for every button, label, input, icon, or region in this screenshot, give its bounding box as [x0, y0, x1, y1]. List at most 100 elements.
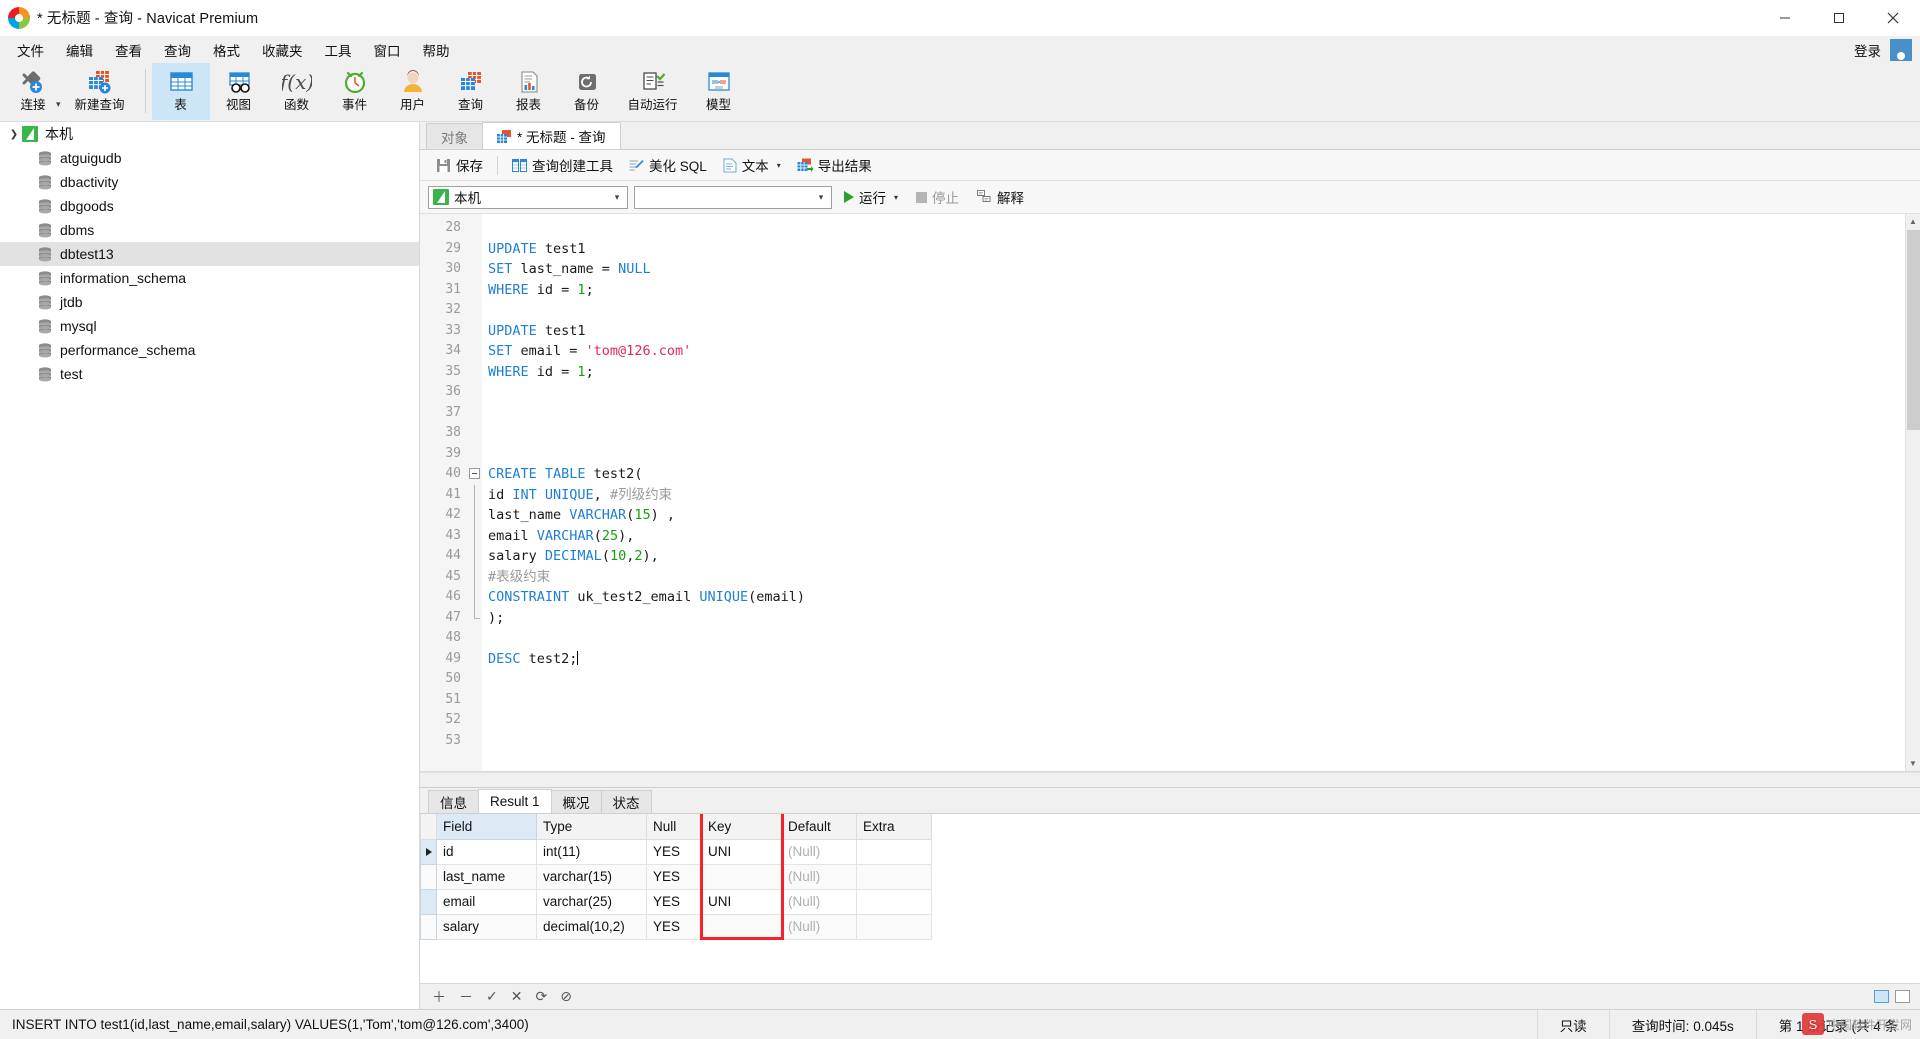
toolbar-view[interactable]: 视图 — [210, 63, 268, 120]
table-row[interactable]: salary decimal(10,2) YES (Null) — [420, 913, 932, 940]
tree-node-db-performance-schema[interactable]: performance_schema — [0, 338, 419, 362]
text-view-button[interactable]: 文本 ▾ — [715, 152, 789, 178]
code-line[interactable]: SET email = 'tom@126.com' — [488, 341, 1905, 362]
menu-format[interactable]: 格式 — [202, 36, 251, 64]
tree-node-db-atguigudb[interactable]: atguigudb — [0, 146, 419, 170]
scroll-up-arrow-icon[interactable]: ▲ — [1906, 214, 1920, 229]
cell-type[interactable]: varchar(25) — [536, 888, 647, 915]
apply-icon[interactable]: ✓ — [486, 988, 498, 1005]
cell-null[interactable]: YES — [646, 863, 702, 890]
tree-node-db-dbgoods[interactable]: dbgoods — [0, 194, 419, 218]
code-line[interactable] — [488, 382, 1905, 403]
code-line[interactable]: WHERE id = 1; — [488, 362, 1905, 383]
tree-node-db-dbms[interactable]: dbms — [0, 218, 419, 242]
tree-node-db-mysql[interactable]: mysql — [0, 314, 419, 338]
toolbar-backup[interactable]: 备份 — [558, 63, 616, 120]
cell-key[interactable] — [701, 913, 782, 940]
chevron-down-icon[interactable]: ▾ — [894, 193, 898, 202]
fold-collapse-icon[interactable] — [469, 468, 480, 479]
tab-status[interactable]: 状态 — [600, 790, 652, 813]
table-row[interactable]: id int(11) YES UNI (Null) — [420, 838, 932, 865]
col-field[interactable]: Field — [436, 814, 537, 840]
editor-vertical-scrollbar[interactable]: ▲ ▼ — [1905, 214, 1920, 771]
scroll-down-arrow-icon[interactable]: ▼ — [1906, 756, 1920, 771]
code-line[interactable]: ); — [488, 608, 1905, 629]
col-default[interactable]: Default — [781, 814, 857, 840]
fold-column[interactable] — [468, 214, 482, 771]
code-line[interactable] — [488, 403, 1905, 424]
login-link[interactable]: 登录 — [1854, 40, 1881, 60]
code-line[interactable]: UPDATE test1 — [488, 239, 1905, 260]
code-line[interactable]: CREATE TABLE test2( — [488, 464, 1905, 485]
code-line[interactable]: email VARCHAR(25), — [488, 526, 1905, 547]
tree-node-db-dbactivity[interactable]: dbactivity — [0, 170, 419, 194]
code-line[interactable]: DESC test2; — [488, 649, 1905, 670]
menu-edit[interactable]: 编辑 — [55, 36, 104, 64]
cell-type[interactable]: decimal(10,2) — [536, 913, 647, 940]
tab-info[interactable]: 信息 — [428, 790, 479, 813]
close-button[interactable] — [1866, 0, 1920, 36]
cell-key[interactable]: UNI — [701, 888, 782, 915]
cell-null[interactable]: YES — [646, 838, 702, 865]
toolbar-event[interactable]: 事件 — [326, 63, 384, 120]
toolbar-query[interactable]: 查询 — [442, 63, 500, 120]
save-button[interactable]: 保存 — [428, 152, 491, 178]
sql-code[interactable]: UPDATE test1 SET last_name = NULL WHERE id… — [482, 214, 1905, 771]
cell-null[interactable]: YES — [646, 888, 702, 915]
col-null[interactable]: Null — [646, 814, 702, 840]
stop-button[interactable]: 停止 — [910, 184, 965, 210]
cell-field[interactable]: last_name — [436, 863, 537, 890]
tree-node-db-test[interactable]: test — [0, 362, 419, 386]
remove-row-icon[interactable]: － — [459, 987, 473, 1007]
tree-node-db-jtdb[interactable]: jtdb — [0, 290, 419, 314]
table-row[interactable]: last_name varchar(15) YES (Null) — [420, 863, 932, 890]
code-line[interactable]: WHERE id = 1; — [488, 280, 1905, 301]
cell-type[interactable]: varchar(15) — [536, 863, 647, 890]
cell-default[interactable]: (Null) — [781, 838, 857, 865]
scrollbar-thumb[interactable] — [1907, 230, 1920, 430]
cell-extra[interactable] — [856, 888, 932, 915]
menu-file[interactable]: 文件 — [6, 36, 55, 64]
run-button[interactable]: 运行 ▾ — [838, 184, 904, 210]
code-line[interactable]: UPDATE test1 — [488, 321, 1905, 342]
menu-tools[interactable]: 工具 — [314, 36, 363, 64]
table-row[interactable]: email varchar(25) YES UNI (Null) — [420, 888, 932, 915]
code-line[interactable] — [488, 669, 1905, 690]
col-extra[interactable]: Extra — [856, 814, 932, 840]
code-line[interactable] — [488, 300, 1905, 321]
toolbar-automation[interactable]: 自动运行 — [616, 63, 690, 120]
tab-result-1[interactable]: Result 1 — [478, 789, 552, 813]
cell-field[interactable]: id — [436, 838, 537, 865]
connection-dropdown-arrow[interactable]: ▾ — [56, 99, 61, 110]
stop-icon[interactable]: ⊘ — [560, 988, 572, 1005]
toolbar-function[interactable]: f(x) 函数 — [268, 63, 326, 120]
chevron-down-icon[interactable]: ▾ — [777, 161, 781, 170]
menu-window[interactable]: 窗口 — [363, 36, 412, 64]
query-builder-button[interactable]: 查询创建工具 — [504, 152, 621, 178]
explain-button[interactable]: 解释 — [971, 184, 1030, 210]
editor-horizontal-scrollbar[interactable] — [420, 772, 1920, 787]
connection-tree[interactable]: ❯ 本机 atguigudb dbactivity dbgoods dbms d… — [0, 122, 420, 1009]
cell-default[interactable]: (Null) — [781, 913, 857, 940]
cell-null[interactable]: YES — [646, 913, 702, 940]
minimize-button[interactable] — [1758, 0, 1812, 36]
connection-select[interactable]: 本机 ▾ — [428, 185, 628, 209]
menu-favorites[interactable]: 收藏夹 — [251, 36, 314, 64]
menu-view[interactable]: 查看 — [104, 36, 153, 64]
menu-help[interactable]: 帮助 — [412, 36, 461, 64]
sql-editor-area[interactable]: 28 29 30 31 32 33 34 35 36 37 38 39 40 41 42 43 44 45 46 47… — [420, 214, 1920, 772]
tree-node-db-dbtest13[interactable]: dbtest13 — [0, 242, 419, 266]
chevron-down-icon[interactable]: ▾ — [813, 192, 829, 203]
beautify-sql-button[interactable]: 美化 SQL — [621, 152, 715, 178]
cell-extra[interactable] — [856, 913, 932, 940]
cell-extra[interactable] — [856, 838, 932, 865]
refresh-icon[interactable]: ⟳ — [535, 988, 547, 1005]
toolbar-report[interactable]: 报表 — [500, 63, 558, 120]
cell-extra[interactable] — [856, 863, 932, 890]
cell-default[interactable]: (Null) — [781, 888, 857, 915]
col-type[interactable]: Type — [536, 814, 647, 840]
cell-field[interactable]: email — [436, 888, 537, 915]
toolbar-table[interactable]: 表 — [151, 63, 210, 120]
code-line[interactable] — [488, 731, 1905, 752]
code-line[interactable]: CONSTRAINT uk_test2_email UNIQUE(email) — [488, 587, 1905, 608]
